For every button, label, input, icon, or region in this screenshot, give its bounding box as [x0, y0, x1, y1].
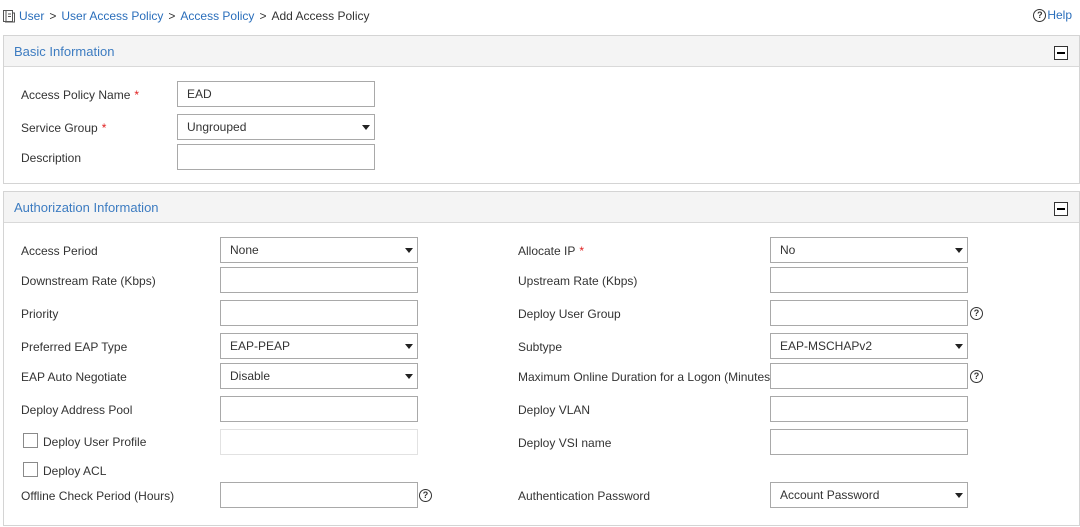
breadcrumb-separator: > [259, 9, 267, 23]
upstream-rate-label: Upstream Rate (Kbps) [518, 274, 638, 288]
deploy-vlan-input[interactable] [770, 396, 968, 422]
deploy-address-pool-label: Deploy Address Pool [21, 403, 133, 417]
deploy-user-profile-input [220, 429, 418, 455]
deploy-user-group-label: Deploy User Group [518, 307, 621, 321]
chevron-down-icon [405, 374, 413, 379]
priority-input[interactable] [220, 300, 418, 326]
chevron-down-icon [955, 248, 963, 253]
breadcrumb: User > User Access Policy > Access Polic… [2, 7, 370, 25]
deploy-acl-label: Deploy ACL [43, 464, 107, 478]
breadcrumb-user-link[interactable]: User [19, 9, 44, 23]
eap-auto-negotiate-select[interactable]: Disable [220, 363, 418, 389]
deploy-user-profile-label: Deploy User Profile [43, 435, 147, 449]
chevron-down-icon [955, 493, 963, 498]
breadcrumb-user-access-policy-link[interactable]: User Access Policy [61, 9, 163, 23]
access-policy-name-label: Access Policy Name * [21, 88, 140, 102]
subtype-select[interactable]: EAP-MSCHAPv2 [770, 333, 968, 359]
basic-information-title: Basic Information [14, 44, 115, 59]
offline-check-period-label: Offline Check Period (Hours) [21, 489, 175, 503]
upstream-rate-input[interactable] [770, 267, 968, 293]
breadcrumb-separator: > [49, 9, 57, 23]
preferred-eap-type-select[interactable]: EAP-PEAP [220, 333, 418, 359]
deploy-user-profile-checkbox[interactable] [23, 433, 38, 448]
authentication-password-select[interactable]: Account Password [770, 482, 968, 508]
offline-check-period-help-icon[interactable]: ? [419, 489, 432, 502]
help-link[interactable]: ? Help [1033, 8, 1072, 22]
service-group-label: Service Group * [21, 121, 107, 135]
access-policy-name-input[interactable]: EAD [177, 81, 375, 107]
description-label: Description [21, 151, 82, 165]
access-period-label: Access Period [21, 244, 98, 258]
allocate-ip-select[interactable]: No [770, 237, 968, 263]
basic-information-panel: Basic Information [3, 35, 1080, 184]
downstream-rate-input[interactable] [220, 267, 418, 293]
deploy-user-group-input[interactable] [770, 300, 968, 326]
breadcrumb-access-policy-link[interactable]: Access Policy [180, 9, 254, 23]
deploy-vlan-label: Deploy VLAN [518, 403, 591, 417]
deploy-user-group-help-icon[interactable]: ? [970, 307, 983, 320]
deploy-acl-checkbox[interactable] [23, 462, 38, 477]
access-period-select[interactable]: None [220, 237, 418, 263]
description-input[interactable] [177, 144, 375, 170]
downstream-rate-label: Downstream Rate (Kbps) [21, 274, 156, 288]
collapse-basic-information-button[interactable] [1054, 46, 1068, 60]
breadcrumb-current: Add Access Policy [271, 9, 370, 23]
max-online-duration-input[interactable] [770, 363, 968, 389]
basic-information-header: Basic Information [4, 36, 1079, 67]
breadcrumb-separator: > [168, 9, 176, 23]
authorization-information-title: Authorization Information [14, 200, 159, 215]
offline-check-period-input[interactable] [220, 482, 418, 508]
chevron-down-icon [405, 344, 413, 349]
eap-auto-negotiate-label: EAP Auto Negotiate [21, 370, 127, 384]
chevron-down-icon [955, 344, 963, 349]
collapse-authorization-information-button[interactable] [1054, 202, 1068, 216]
max-online-duration-help-icon[interactable]: ? [970, 370, 983, 383]
deploy-vsi-name-input[interactable] [770, 429, 968, 455]
authentication-password-label: Authentication Password [518, 489, 651, 503]
max-online-duration-label: Maximum Online Duration for a Logon (Min… [518, 370, 775, 384]
authorization-information-header: Authorization Information [4, 192, 1079, 223]
help-icon: ? [1033, 8, 1047, 22]
chevron-down-icon [362, 125, 370, 130]
subtype-label: Subtype [518, 340, 563, 354]
chevron-down-icon [405, 248, 413, 253]
book-icon [3, 10, 15, 23]
help-label: Help [1047, 8, 1072, 22]
service-group-select[interactable]: Ungrouped [177, 114, 375, 140]
deploy-vsi-name-label: Deploy VSI name [518, 436, 612, 450]
preferred-eap-type-label: Preferred EAP Type [21, 340, 128, 354]
priority-label: Priority [21, 307, 59, 321]
deploy-address-pool-input[interactable] [220, 396, 418, 422]
allocate-ip-label: Allocate IP * [518, 244, 585, 258]
